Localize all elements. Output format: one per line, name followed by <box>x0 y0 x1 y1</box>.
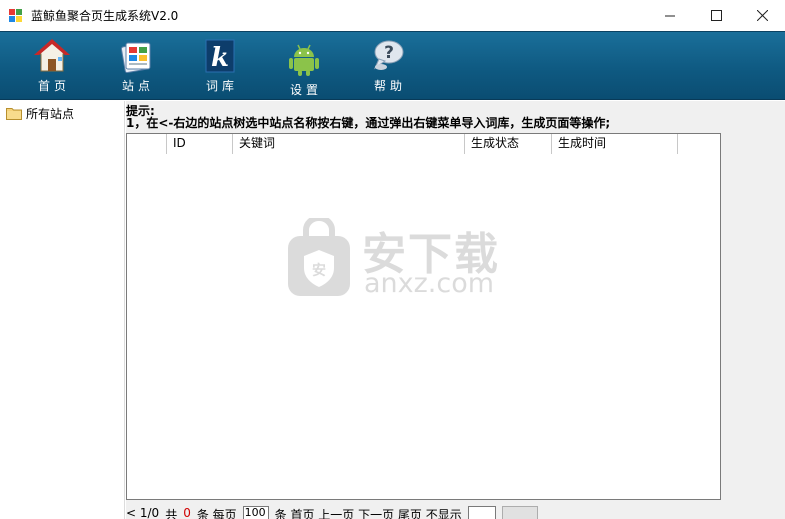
column-header-time[interactable]: 生成时间 <box>552 134 678 154</box>
pager-total-count: 0 <box>183 506 191 519</box>
column-header-select[interactable] <box>127 134 167 154</box>
keyword-grid[interactable]: ID 关键词 生成状态 生成时间 <box>126 133 721 500</box>
svg-text:?: ? <box>384 43 394 63</box>
minimize-icon <box>664 15 675 17</box>
folder-icon <box>6 108 22 120</box>
main-toolbar: 首页 站点 k 词库 设置 ? 帮助 <box>0 31 785 100</box>
android-icon <box>289 44 319 76</box>
maximize-icon <box>710 10 722 21</box>
toolbar-lexicon-label: 词库 <box>205 79 238 93</box>
pager-nav-links[interactable]: 条 首页 上一页 下一页 尾页 不显示 <box>275 506 462 519</box>
svg-text:k: k <box>211 43 229 73</box>
app-icon <box>9 8 23 23</box>
grid-header: ID 关键词 生成状态 生成时间 <box>127 134 678 154</box>
hint-text: 1，在<-右边的站点树选中站点名称按右键，通过弹出右键菜单导入词库，生成页面等操… <box>126 116 611 130</box>
close-button[interactable] <box>739 0 785 31</box>
site-tree[interactable]: 所有站点 <box>0 101 125 519</box>
tree-node-label: 所有站点 <box>26 107 75 121</box>
pager: < 1/0 共 0 条 每页 100 条 首页 上一页 下一页 尾页 不显示 <box>126 506 538 519</box>
toolbar-sites-label: 站点 <box>121 79 154 93</box>
content-area: 提示: 1，在<-右边的站点树选中站点名称按右键，通过弹出右键菜单导入词库，生成… <box>126 101 785 519</box>
page-size-input[interactable]: 100 <box>242 506 269 519</box>
minimize-button[interactable] <box>647 0 693 31</box>
goto-page-button[interactable] <box>501 506 538 519</box>
maximize-button[interactable] <box>693 0 739 31</box>
close-icon <box>756 10 768 21</box>
tree-node-all-sites[interactable]: 所有站点 <box>6 105 74 122</box>
toolbar-help-label: 帮助 <box>373 79 406 93</box>
toolbar-home-button[interactable]: 首页 <box>22 36 82 96</box>
pager-per-page-label: 条 每页 <box>196 508 237 519</box>
toolbar-sites-button[interactable]: 站点 <box>106 36 166 96</box>
k-icon: k <box>205 39 235 73</box>
toolbar-settings-label: 设置 <box>289 83 322 97</box>
toolbar-lexicon-button[interactable]: k 词库 <box>190 36 250 96</box>
toolbar-help-button[interactable]: ? 帮助 <box>358 36 418 96</box>
toolbar-settings-button[interactable]: 设置 <box>274 40 334 100</box>
side-filler <box>724 133 785 500</box>
help-bubble-icon: ? <box>373 40 404 70</box>
column-header-id[interactable]: ID <box>167 134 233 154</box>
sites-icon <box>120 42 151 74</box>
pager-page-info: < 1/0 <box>126 506 160 519</box>
column-header-status[interactable]: 生成状态 <box>465 134 552 154</box>
home-icon <box>34 39 70 72</box>
goto-page-input[interactable] <box>467 506 496 519</box>
column-header-keyword[interactable]: 关键词 <box>233 134 465 154</box>
title-bar: 蓝鲸鱼聚合页生成系统V2.0 <box>0 0 785 31</box>
pager-total-label: 共 <box>165 508 178 519</box>
window-title: 蓝鲸鱼聚合页生成系统V2.0 <box>31 9 179 23</box>
toolbar-home-label: 首页 <box>37 79 70 93</box>
